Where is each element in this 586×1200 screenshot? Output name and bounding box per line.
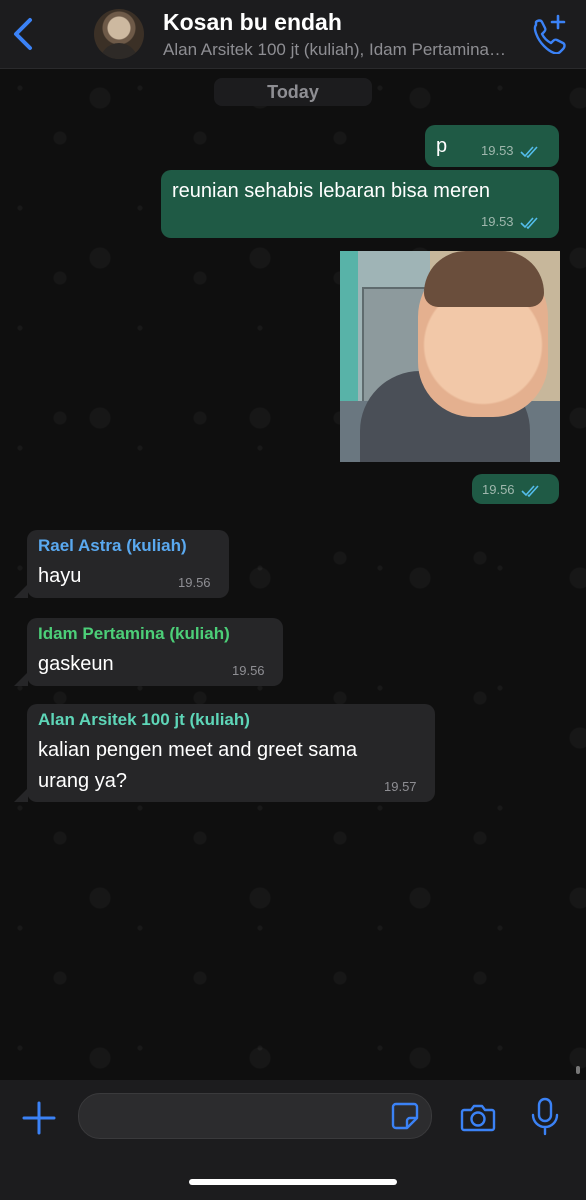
message-time: 19.56 [178, 575, 211, 590]
date-separator: Today [214, 78, 372, 106]
read-ticks-icon [520, 485, 539, 497]
message-meta: 19.53 [481, 143, 540, 158]
message-text: hayu [38, 565, 82, 587]
shared-photo[interactable] [340, 251, 560, 462]
outgoing-message[interactable]: p 19.53 [425, 125, 559, 167]
message-text: p [436, 135, 448, 157]
composer-bar [0, 1080, 586, 1200]
message-input[interactable] [95, 1102, 389, 1132]
message-text-line1: kalian pengen meet and greet sama [38, 739, 358, 761]
chat-header: Kosan bu endah Alan Arsitek 100 jt (kuli… [0, 0, 586, 69]
sender-name[interactable]: Idam Pertamina (kuliah) [38, 624, 230, 644]
message-time: 19.56 [482, 482, 515, 497]
message-time: 19.57 [384, 779, 417, 794]
message-time: 19.53 [481, 214, 514, 229]
message-time: 19.56 [232, 663, 265, 678]
message-input-box[interactable] [78, 1093, 432, 1139]
scroll-indicator [576, 1066, 580, 1074]
chat-participants[interactable]: Alan Arsitek 100 jt (kuliah), Idam Perta… [163, 40, 508, 60]
message-meta: 19.53 [481, 214, 540, 229]
image-timestamp-badge: 19.56 [472, 474, 559, 504]
message-text: gaskeun [38, 653, 114, 675]
sender-name[interactable]: Alan Arsitek 100 jt (kuliah) [38, 710, 250, 730]
sender-name[interactable]: Rael Astra (kuliah) [38, 536, 187, 556]
incoming-message[interactable]: Idam Pertamina (kuliah) gaskeun 19.56 [27, 618, 283, 686]
read-ticks-icon [519, 217, 538, 229]
incoming-message[interactable]: Rael Astra (kuliah) hayu 19.56 [27, 530, 229, 598]
message-time: 19.53 [481, 143, 514, 158]
message-text-line2: urang ya? [38, 770, 127, 792]
microphone-icon[interactable] [528, 1096, 562, 1138]
message-text: reunian sehabis lebaran bisa meren [172, 180, 490, 202]
home-indicator [189, 1179, 397, 1185]
chevron-left-icon[interactable] [8, 14, 40, 54]
message-meta: 19.56 [482, 482, 541, 497]
chat-title[interactable]: Kosan bu endah [163, 9, 342, 36]
outgoing-message[interactable]: reunian sehabis lebaran bisa meren 19.53 [161, 170, 559, 238]
plus-icon[interactable] [21, 1100, 57, 1136]
incoming-message[interactable]: Alan Arsitek 100 jt (kuliah) kalian peng… [27, 704, 435, 802]
camera-icon[interactable] [458, 1098, 498, 1138]
group-avatar[interactable] [94, 9, 144, 59]
read-ticks-icon [519, 146, 538, 158]
sticker-icon[interactable] [389, 1100, 421, 1132]
add-call-icon[interactable] [528, 14, 568, 55]
